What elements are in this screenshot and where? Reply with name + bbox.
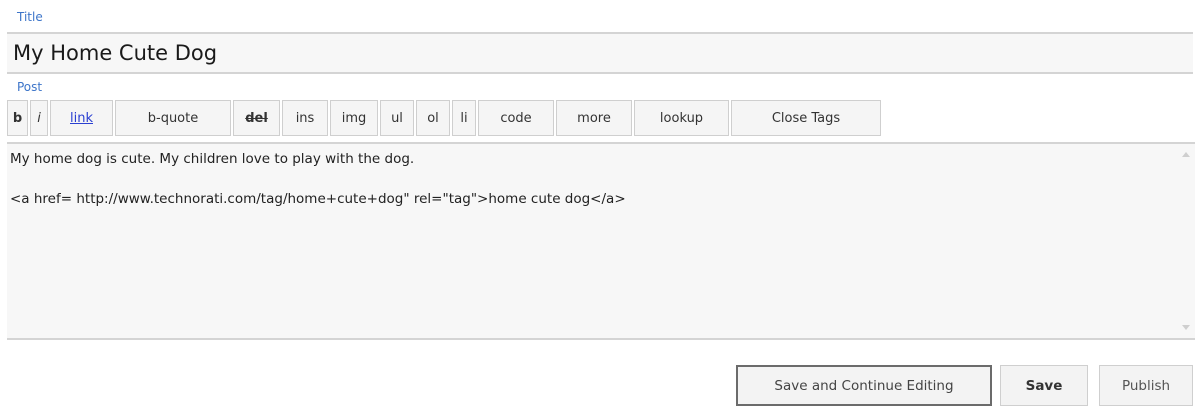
img-button[interactable]: img bbox=[330, 100, 378, 136]
more-button[interactable]: more bbox=[556, 100, 632, 136]
save-and-continue-button[interactable]: Save and Continue Editing bbox=[736, 365, 992, 406]
post-content[interactable]: My home dog is cute. My children love to… bbox=[7, 144, 1177, 338]
bold-button[interactable]: b bbox=[7, 100, 28, 136]
del-button[interactable]: del bbox=[233, 100, 280, 136]
close-tags-button[interactable]: Close Tags bbox=[731, 100, 881, 136]
ins-button[interactable]: ins bbox=[282, 100, 328, 136]
li-button[interactable]: li bbox=[452, 100, 476, 136]
save-button[interactable]: Save bbox=[1000, 365, 1088, 406]
publish-button[interactable]: Publish bbox=[1099, 365, 1193, 406]
post-textarea[interactable]: My home dog is cute. My children love to… bbox=[7, 142, 1195, 340]
vertical-scrollbar[interactable] bbox=[1179, 144, 1195, 338]
scroll-up-arrow-icon[interactable] bbox=[1182, 152, 1190, 157]
link-button[interactable]: link bbox=[50, 100, 113, 136]
code-button[interactable]: code bbox=[478, 100, 554, 136]
blockquote-button[interactable]: b-quote bbox=[115, 100, 231, 136]
post-label: Post bbox=[17, 80, 43, 94]
ul-button[interactable]: ul bbox=[380, 100, 414, 136]
lookup-button[interactable]: lookup bbox=[634, 100, 729, 136]
title-label: Title bbox=[17, 10, 43, 24]
ol-button[interactable]: ol bbox=[416, 100, 450, 136]
scroll-down-arrow-icon[interactable] bbox=[1182, 325, 1190, 330]
title-input[interactable] bbox=[7, 32, 1193, 74]
italic-button[interactable]: i bbox=[30, 100, 48, 136]
